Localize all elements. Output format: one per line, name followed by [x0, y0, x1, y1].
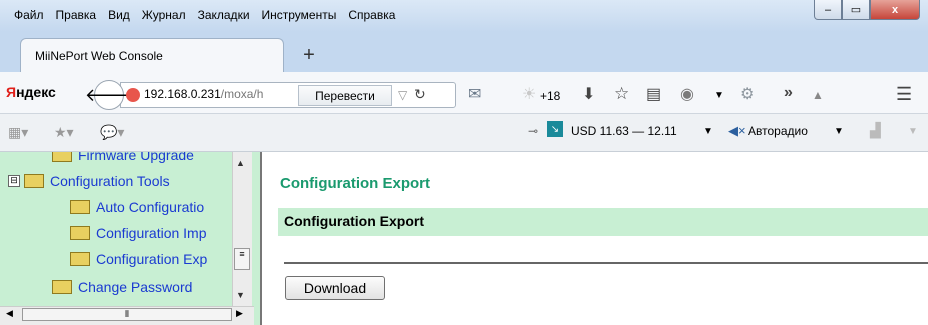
hamburger-menu-icon[interactable]: ☰ — [896, 84, 912, 105]
signal-bars-icon[interactable]: ▟ — [870, 122, 881, 139]
collapse-icon[interactable]: ⊟ — [8, 175, 20, 187]
url-host: 192.168.0.231 — [144, 87, 221, 101]
weather-sun-icon[interactable]: ☀ — [522, 84, 536, 104]
url-path: /moxa/h — [220, 87, 264, 101]
vertical-scroll-thumb[interactable]: ≡ — [234, 248, 250, 270]
menu-history[interactable]: Журнал — [136, 6, 192, 24]
new-tab-button[interactable]: + — [296, 42, 322, 68]
divider — [284, 262, 928, 264]
weather-temperature[interactable]: +18 — [540, 89, 560, 103]
chevron-down-icon[interactable]: ▼ — [703, 126, 713, 137]
tree-item-label: Auto Configuratio — [96, 199, 205, 215]
menu-help[interactable]: Справка — [342, 6, 401, 24]
privacy-eye-icon[interactable]: ◉ — [680, 84, 694, 104]
section-title: Configuration Export — [284, 213, 424, 229]
menu-bar: Файл Правка Вид Журнал Закладки Инструме… — [8, 6, 401, 24]
maximize-button[interactable]: ▭ — [842, 0, 870, 20]
comment-bubble-icon[interactable]: 💬▾ — [100, 124, 124, 141]
url-text[interactable]: 192.168.0.231/moxa/h — [144, 87, 296, 101]
currency-chart-icon[interactable]: ↘ — [547, 121, 563, 137]
menu-bookmarks[interactable]: Закладки — [192, 6, 256, 24]
speaker-muted-icon[interactable]: ◀× — [728, 123, 746, 139]
chevron-up-icon[interactable]: ▲ — [812, 88, 824, 102]
yandex-logo-rest: ндекс — [16, 84, 56, 100]
tree-item-configuration-export[interactable]: Configuration Exp — [70, 248, 207, 270]
url-dropdown-icon[interactable]: ▽ — [398, 88, 407, 102]
tree-item-firmware-upgrade[interactable]: Firmware Upgrade — [52, 152, 194, 166]
horizontal-scroll-thumb[interactable]: ⦀ — [22, 308, 232, 321]
radio-station[interactable]: Авторадио — [748, 124, 808, 138]
yandex-logo[interactable]: Яндекс — [6, 84, 56, 100]
folder-icon — [70, 200, 90, 214]
reading-list-icon[interactable]: ▤ — [646, 84, 661, 104]
close-button[interactable]: x — [870, 0, 920, 20]
reload-icon[interactable]: ↻ — [414, 86, 426, 103]
minimize-button[interactable]: – — [814, 0, 842, 20]
tree-item-configuration-tools[interactable]: ⊟ Configuration Tools — [8, 170, 170, 192]
tree-item-label: Firmware Upgrade — [78, 152, 194, 163]
chevron-down-icon[interactable]: ▼ — [908, 126, 918, 137]
extension-icon[interactable]: ⚙ — [740, 84, 754, 104]
site-identity-icon[interactable] — [126, 88, 140, 102]
bookmark-star-icon[interactable]: ☆ — [614, 84, 629, 104]
usd-rate[interactable]: USD 11.63 — 12.11 — [571, 124, 677, 138]
overflow-chevrons-icon[interactable]: » — [784, 84, 793, 102]
menu-tools[interactable]: Инструменты — [256, 6, 343, 24]
back-button[interactable]: 🡐 — [85, 80, 133, 110]
tab-miineport[interactable]: MiiNePort Web Console — [20, 38, 284, 72]
folder-icon — [70, 226, 90, 240]
tree-item-label: Configuration Tools — [50, 173, 170, 189]
scroll-left-arrow-icon[interactable]: ◀ — [6, 308, 13, 319]
download-button[interactable]: Download — [285, 276, 385, 300]
tree-item-label: Configuration Imp — [96, 225, 207, 241]
navigation-tree: Firmware Upgrade ⊟ Configuration Tools A… — [0, 152, 262, 325]
open-folder-icon — [24, 174, 44, 188]
folder-icon — [52, 152, 72, 162]
menu-view[interactable]: Вид — [102, 6, 136, 24]
folder-icon — [70, 252, 90, 266]
favorites-star-icon[interactable]: ★▾ — [54, 124, 74, 141]
tree-item-change-password[interactable]: Change Password — [52, 276, 192, 298]
scroll-right-arrow-icon[interactable]: ▶ — [236, 308, 243, 319]
scroll-up-arrow-icon[interactable]: ▲ — [236, 158, 245, 168]
scroll-down-arrow-icon[interactable]: ▼ — [236, 290, 245, 300]
chevron-down-icon[interactable]: ▼ — [834, 126, 844, 137]
key-icon[interactable]: ⊸ — [528, 124, 538, 138]
folder-icon — [52, 280, 72, 294]
mail-icon[interactable]: ✉ — [468, 84, 481, 104]
page-title: Configuration Export — [280, 175, 430, 192]
download-arrow-icon[interactable]: ⬇ — [582, 84, 595, 104]
tree-item-auto-configuration[interactable]: Auto Configuratio — [70, 196, 204, 218]
menu-edit[interactable]: Правка — [50, 6, 103, 24]
yandex-logo-y: Я — [6, 84, 17, 100]
tree-item-label: Change Password — [78, 279, 193, 295]
chevron-down-icon[interactable]: ▼ — [714, 90, 724, 101]
menu-file[interactable]: Файл — [8, 6, 50, 24]
translate-button[interactable]: Перевести — [298, 85, 392, 106]
vertical-scrollbar[interactable] — [232, 152, 252, 307]
tree-item-label: Configuration Exp — [96, 251, 208, 267]
tree-item-configuration-import[interactable]: Configuration Imp — [70, 222, 207, 244]
apps-icon[interactable]: ▦▾ — [8, 124, 28, 141]
